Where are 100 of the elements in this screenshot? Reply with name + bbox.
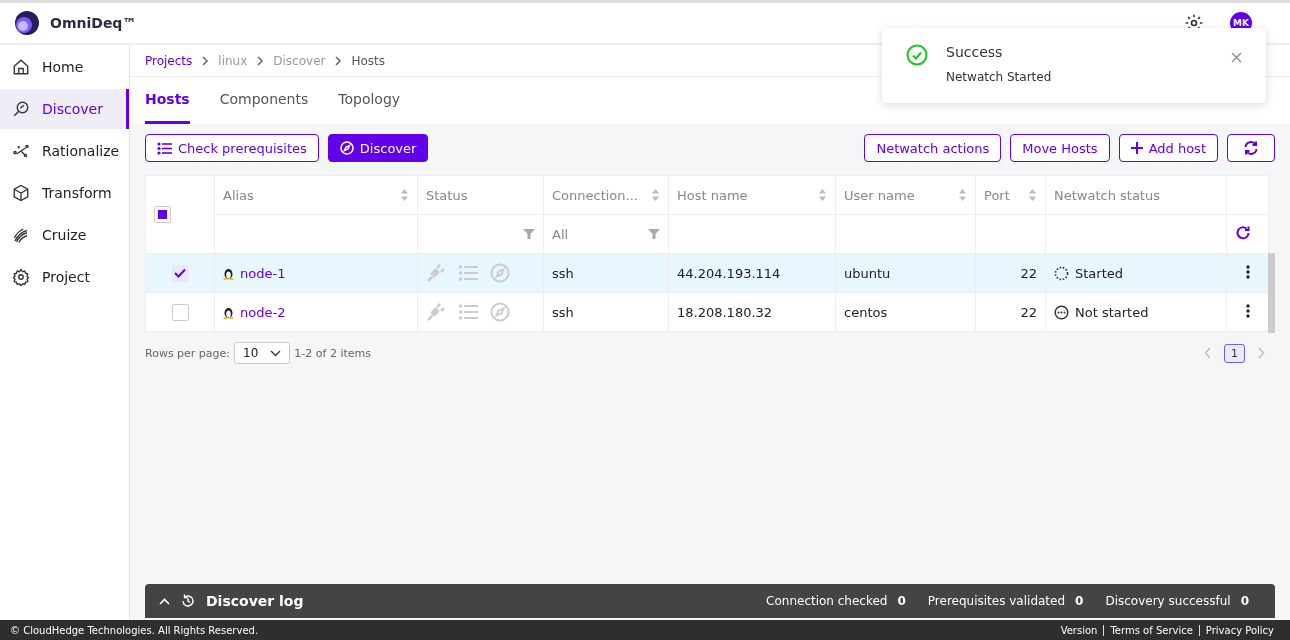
- breadcrumb-item: Hosts: [351, 53, 386, 68]
- column-header: Host name: [677, 187, 748, 203]
- chevron-down-icon: [270, 349, 282, 357]
- column-header: User name: [844, 187, 915, 203]
- table-cell: ssh: [543, 253, 669, 293]
- sidebar-item[interactable]: Rationalize: [0, 131, 129, 171]
- list-icon[interactable]: [458, 303, 478, 321]
- filter-value[interactable]: All: [552, 226, 569, 242]
- ellipsis-circle-icon: [1054, 304, 1069, 320]
- host-alias-link[interactable]: node-2: [240, 304, 286, 320]
- toast-title: Success: [946, 44, 1004, 60]
- counter-label: Discovery successful: [1105, 594, 1231, 608]
- footer-link[interactable]: Version: [1054, 624, 1104, 636]
- sidebar-item[interactable]: Cruize: [0, 215, 129, 255]
- counter-value: 0: [897, 594, 906, 608]
- table-cell: centos: [835, 292, 976, 332]
- host-alias-link[interactable]: node-1: [240, 265, 286, 281]
- list-icon[interactable]: [458, 264, 478, 282]
- rows-per-page-label: Rows per page:: [145, 346, 231, 360]
- table-cell: 18.208.180.32: [668, 292, 836, 332]
- sort-icon[interactable]: [818, 188, 827, 202]
- sidebar-item[interactable]: Discover: [0, 89, 129, 129]
- previous-page-icon[interactable]: [1204, 347, 1212, 359]
- netwatch-status: Not started: [1075, 304, 1149, 320]
- column-header: Alias: [223, 187, 254, 203]
- table-cell: ubuntu: [835, 253, 976, 293]
- column-header: Status: [426, 187, 468, 203]
- scrollbar[interactable]: [1268, 253, 1275, 333]
- compass-icon[interactable]: [490, 302, 510, 322]
- chevron-icon: [201, 55, 210, 66]
- sort-icon[interactable]: [651, 188, 660, 202]
- history-icon: [180, 593, 196, 609]
- logo-icon: [14, 10, 40, 36]
- chevron-icon: [334, 55, 343, 66]
- discover-button[interactable]: Discover: [327, 134, 429, 162]
- magnifier-icon: [12, 100, 30, 118]
- counter-value: 0: [1075, 594, 1084, 608]
- row-checkbox[interactable]: [171, 303, 189, 321]
- close-icon[interactable]: [1231, 52, 1242, 63]
- breadcrumb-link[interactable]: Projects: [145, 53, 193, 68]
- sidebar-item[interactable]: Project: [0, 257, 129, 297]
- plug-icon[interactable]: [426, 263, 446, 283]
- item-range: 1-2 of 2 items: [294, 346, 371, 360]
- rows-per-page-select[interactable]: 10: [234, 342, 291, 364]
- next-page-icon[interactable]: [1257, 347, 1265, 359]
- toolbar-button[interactable]: Netwatch actions: [864, 134, 1002, 162]
- copyright-text: © CloudHedge Technologies. All Rights Reserved.: [10, 624, 259, 636]
- sort-icon[interactable]: [400, 188, 409, 202]
- row-checkbox[interactable]: [171, 264, 189, 282]
- gear-icon: [12, 268, 30, 286]
- penguin-icon: [223, 305, 234, 319]
- select-all-checkbox[interactable]: [154, 206, 171, 223]
- spinner-icon: [1054, 265, 1069, 281]
- refresh-button[interactable]: [1227, 134, 1275, 162]
- toast-message: Netwatch Started: [946, 70, 1053, 84]
- toolbar-button[interactable]: Move Hosts: [1010, 134, 1110, 162]
- column-header: Netwatch status: [1054, 187, 1160, 203]
- filter-icon[interactable]: [648, 228, 660, 240]
- tab[interactable]: Components: [219, 77, 309, 124]
- column-header: Port: [984, 187, 1010, 203]
- compass-icon: [339, 141, 354, 155]
- table-cell: 44.204.193.114: [668, 253, 836, 293]
- table-cell: ssh: [543, 292, 669, 332]
- column-header: Connection...: [552, 187, 638, 203]
- chevron-icon: [256, 55, 265, 66]
- counter-label: Prerequisites validated: [927, 594, 1066, 608]
- list-icon: [157, 141, 172, 155]
- scatter-icon: [12, 142, 30, 160]
- tab[interactable]: Hosts: [145, 77, 190, 124]
- footer-link[interactable]: Privacy Policy: [1198, 624, 1280, 636]
- refresh-icon: [1243, 140, 1259, 156]
- check-prerequisites-button[interactable]: Check prerequisites: [145, 134, 319, 162]
- table-cell: 22: [975, 292, 1046, 332]
- compass-icon[interactable]: [490, 263, 510, 283]
- page-button[interactable]: 1: [1224, 343, 1245, 363]
- home-icon: [12, 58, 30, 76]
- refresh-icon[interactable]: [1235, 224, 1251, 241]
- filter-icon[interactable]: [523, 228, 535, 240]
- tab[interactable]: Topology: [338, 77, 401, 124]
- sidebar-item[interactable]: Transform: [0, 173, 129, 213]
- more-icon[interactable]: [1245, 264, 1250, 279]
- discover-log-title: Discover log: [206, 593, 304, 609]
- footer-link[interactable]: Terms of Service: [1103, 624, 1199, 636]
- netwatch-status: Started: [1075, 265, 1123, 281]
- fingerprint-icon: [12, 226, 30, 244]
- penguin-icon: [223, 266, 234, 280]
- more-icon[interactable]: [1245, 303, 1250, 318]
- chevron-up-icon[interactable]: [159, 597, 170, 605]
- table-cell: 22: [975, 253, 1046, 293]
- brand-name: OmniDeq™: [50, 15, 137, 31]
- sort-icon[interactable]: [1028, 188, 1037, 202]
- cube-icon: [12, 184, 30, 202]
- sidebar-item[interactable]: Home: [0, 47, 129, 87]
- sort-icon[interactable]: [958, 188, 967, 202]
- check-circle-icon: [906, 44, 928, 66]
- plug-icon[interactable]: [426, 302, 446, 322]
- add-host-button[interactable]: Add host: [1118, 134, 1218, 162]
- counter-label: Connection checked: [766, 594, 888, 608]
- counter-value: 0: [1240, 594, 1249, 608]
- plus-icon: [1130, 142, 1143, 154]
